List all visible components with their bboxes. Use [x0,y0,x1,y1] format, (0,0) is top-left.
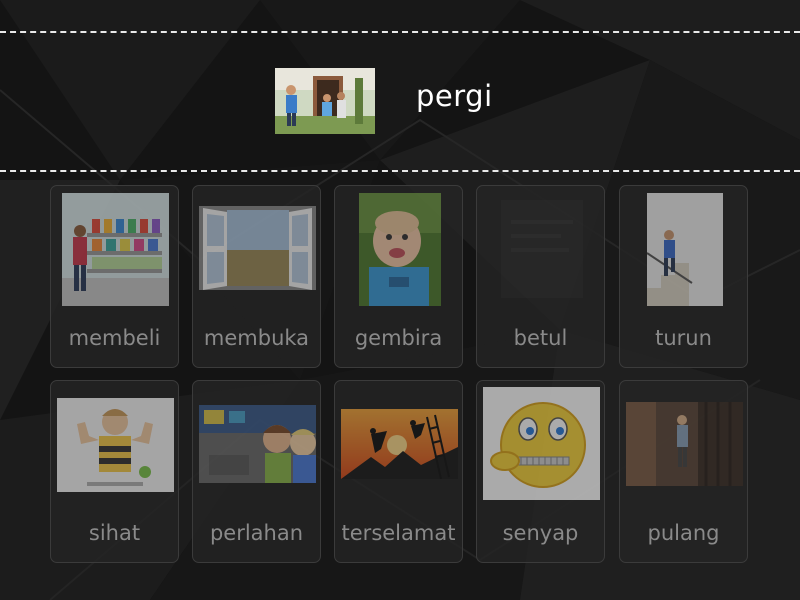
happy-baby-image [359,193,441,306]
children-whispering-image [199,405,316,483]
open-window-image [199,206,316,290]
shop-shelves-image [62,193,169,306]
answer-card-sihat[interactable]: sihat [50,380,179,563]
answer-card-pulang[interactable]: pulang [619,380,748,563]
card-label: membuka [203,326,310,350]
card-label: sihat [88,521,141,545]
answer-card-turun[interactable]: turun [619,185,748,368]
rescue-climb-silhouette-image [341,409,458,479]
boy-descending-stairs-image [647,193,723,306]
card-label: membeli [68,326,161,350]
child-at-door-image [626,402,743,486]
answer-grid: membeli membuka gembira betul turun siha… [0,0,800,600]
strong-boy-image [57,398,174,492]
card-label: gembira [354,326,443,350]
answer-card-terselamat[interactable]: terselamat [334,380,463,563]
blank-card-image [501,200,583,298]
answer-card-perlahan[interactable]: perlahan [192,380,321,563]
answer-card-gembira[interactable]: gembira [334,185,463,368]
zipped-mouth-emoji-image [483,387,600,500]
card-label: pulang [647,521,720,545]
answer-card-membeli[interactable]: membeli [50,185,179,368]
answer-card-senyap[interactable]: senyap [476,380,605,563]
card-label: turun [655,326,712,350]
card-label: betul [513,326,568,350]
answer-card-betul[interactable]: betul [476,185,605,368]
card-label: perlahan [209,521,304,545]
card-label: senyap [502,521,579,545]
card-label: terselamat [341,521,456,545]
answer-card-membuka[interactable]: membuka [192,185,321,368]
